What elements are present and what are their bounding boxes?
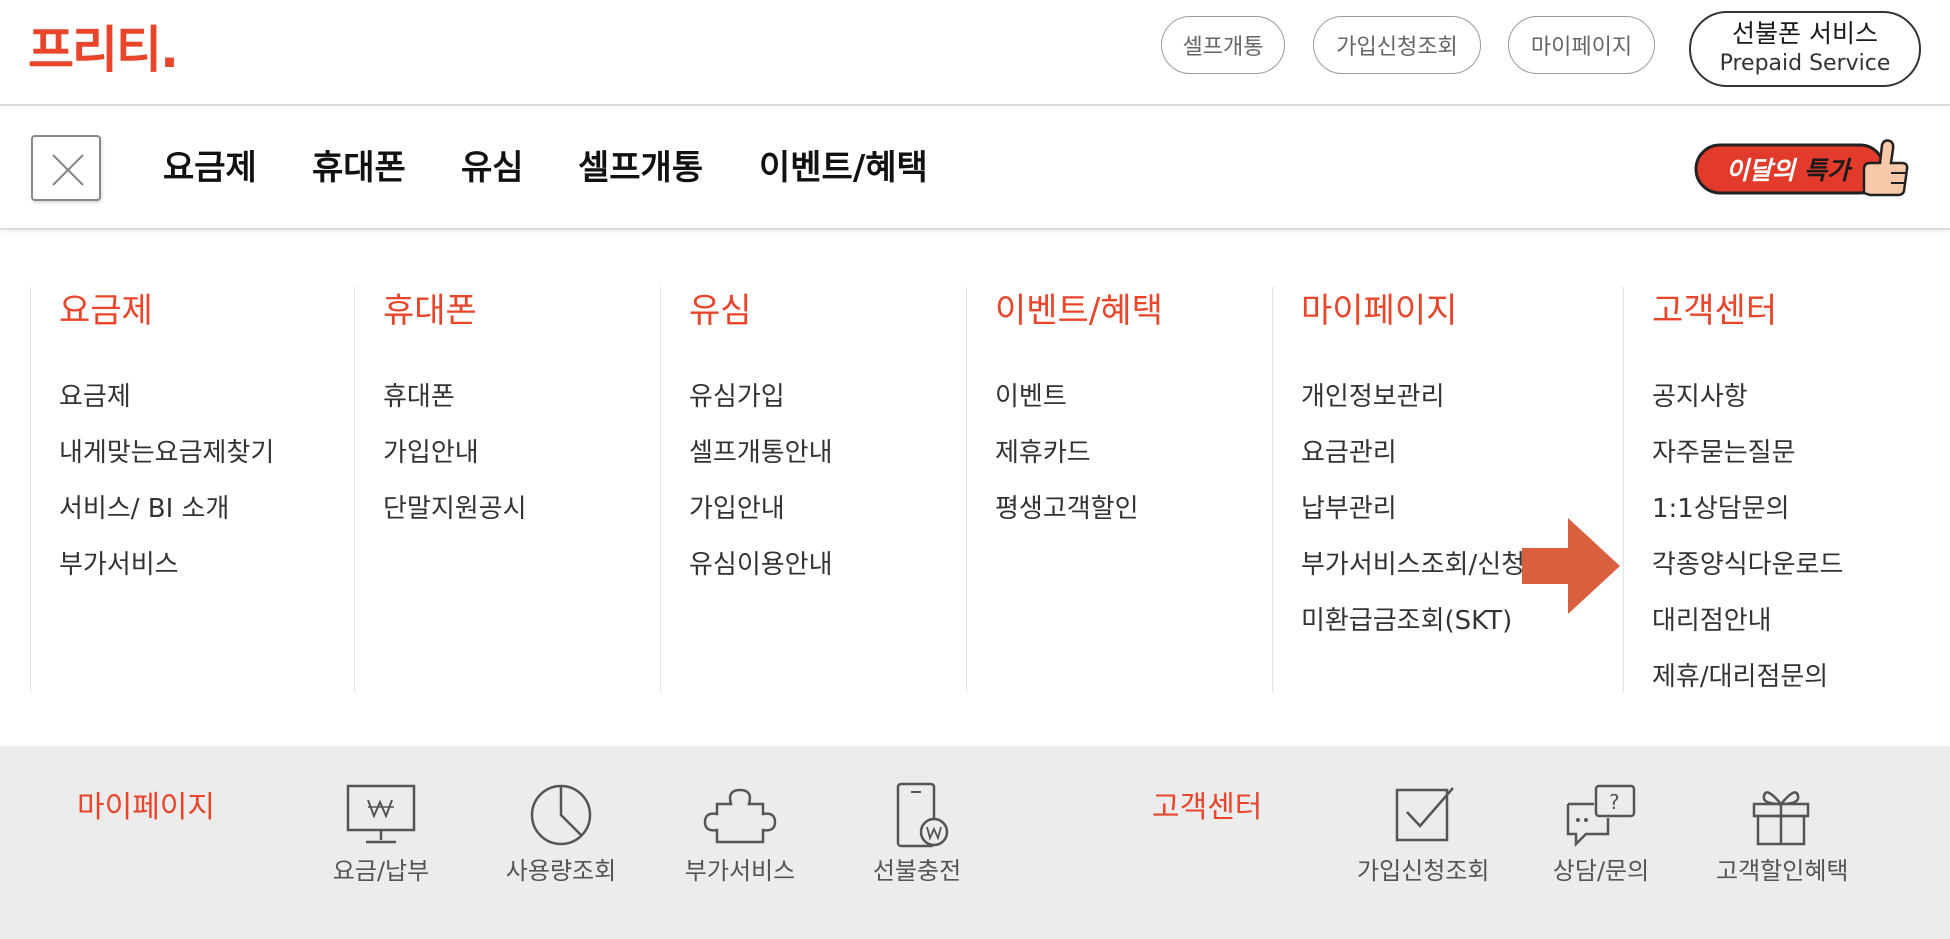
pie-chart-icon [530,784,592,846]
top-link-self-activation[interactable]: 셀프개통 [1161,16,1285,74]
menu-link[interactable]: 각종양식다운로드 [1652,549,1843,605]
close-menu-button[interactable] [31,135,101,201]
menu-link[interactable]: 부가서비스 [59,549,274,605]
nav-item-events[interactable]: 이벤트/혜택 [759,148,928,188]
brand-logo[interactable]: 프리티. [28,24,179,76]
menu-link[interactable]: 단말지원공시 [383,493,527,549]
top-link-application-status[interactable]: 가입신청조회 [1313,16,1481,74]
menu-link[interactable]: 내게맞는요금제찾기 [59,437,274,493]
menu-link[interactable]: 이벤트 [995,381,1139,437]
arrow-right-icon [1522,518,1620,614]
quick-link-label: 선불충전 [872,857,962,885]
menu-link[interactable]: 요금관리 [1301,437,1525,493]
menu-link[interactable]: 서비스/ BI 소개 [59,493,274,549]
menu-column-mypage: 마이페이지 개인정보관리 요금관리 납부관리 부가서비스조회/신청 미환급금조회… [1272,287,1624,692]
quick-link-label: 가입신청조회 [1357,857,1490,885]
menu-link[interactable]: 가입안내 [383,437,527,493]
phone-won-icon [896,782,949,848]
menu-column-plans: 요금제 요금제 내게맞는요금제찾기 서비스/ BI 소개 부가서비스 [30,287,355,692]
menu-link[interactable]: 미환급금조회(SKT) [1301,605,1525,661]
top-link-mypage[interactable]: 마이페이지 [1508,16,1655,74]
menu-link[interactable]: 가입안내 [689,493,833,549]
menu-column-events: 이벤트/혜택 이벤트 제휴카드 평생고객할인 [966,287,1273,692]
puzzle-icon [703,788,777,844]
quick-link-label: 사용량조회 [505,857,617,885]
menu-column-support: 고객센터 공지사항 자주묻는질문 1:1상담문의 각종양식다운로드 대리점안내 … [1623,287,1943,692]
close-icon [52,154,84,186]
quick-link-usage[interactable]: 사용량조회 [496,782,626,886]
quick-link-billing[interactable]: 요금/납부 [316,782,446,886]
menu-column-title[interactable]: 요금제 [59,291,153,331]
top-bar: 프리티. 셀프개통 가입신청조회 마이페이지 선불폰 서비스 Prepaid S… [0,0,1950,106]
nav-item-usim[interactable]: 유심 [461,148,524,188]
quick-link-discount-benefits[interactable]: 고객할인혜택 [1716,782,1849,886]
quick-link-label: 부가서비스 [684,857,796,885]
menu-link[interactable]: 납부관리 [1301,493,1525,549]
menu-column-title[interactable]: 이벤트/혜택 [995,291,1163,331]
chat-question-icon: ? [1566,784,1636,848]
menu-link[interactable]: 개인정보관리 [1301,381,1525,437]
prepaid-service-button[interactable]: 선불폰 서비스 Prepaid Service [1689,11,1921,87]
quick-link-label: 상담/문의 [1552,857,1650,885]
quick-link-addon[interactable]: 부가서비스 [675,782,805,886]
quick-link-label: 요금/납부 [332,857,430,885]
menu-link[interactable]: 셀프개통안내 [689,437,833,493]
monthly-deal-banner[interactable]: 이달의 특가 [1694,135,1914,201]
nav-item-phones[interactable]: 휴대폰 [312,148,406,188]
gift-icon [1752,791,1810,846]
menu-link[interactable]: 1:1상담문의 [1652,493,1843,549]
menu-link[interactable]: 제휴카드 [995,437,1139,493]
menu-column-usim: 유심 유심가입 셀프개통안내 가입안내 유심이용안내 [660,287,967,692]
menu-link[interactable]: 휴대폰 [383,381,527,437]
promo-text-month: 이달의 [1726,156,1798,185]
menu-column-phones: 휴대폰 휴대폰 가입안내 단말지원공시 [354,287,661,692]
nav-item-plans[interactable]: 요금제 [163,148,257,188]
menu-link[interactable]: 유심가입 [689,381,833,437]
quick-link-consultation[interactable]: ? 상담/문의 [1536,782,1666,886]
quick-section-title-mypage[interactable]: 마이페이지 [77,790,215,826]
menu-column-title[interactable]: 고객센터 [1652,291,1777,331]
svg-text:?: ? [1609,790,1620,814]
monitor-won-icon [346,784,416,844]
promo-text-deal: 특가 [1804,156,1853,185]
menu-link[interactable]: 제휴/대리점문의 [1652,661,1843,717]
quick-section-title-support[interactable]: 고객센터 [1152,790,1262,826]
menu-link[interactable]: 대리점안내 [1652,605,1843,661]
menu-column-title[interactable]: 휴대폰 [383,291,477,331]
quick-link-prepaid-charge[interactable]: 선불충전 [852,782,982,886]
menu-column-title[interactable]: 마이페이지 [1301,291,1457,331]
menu-link[interactable]: 유심이용안내 [689,549,833,605]
menu-link[interactable]: 자주묻는질문 [1652,437,1843,493]
menu-link[interactable]: 평생고객할인 [995,493,1139,549]
main-nav: 요금제 휴대폰 유심 셀프개통 이벤트/혜택 이달의 특가 [0,108,1950,230]
checkbox-icon [1395,787,1454,842]
quick-link-application-status[interactable]: 가입신청조회 [1357,782,1490,886]
menu-link[interactable]: 요금제 [59,381,274,437]
nav-item-self-activation[interactable]: 셀프개통 [578,148,703,188]
menu-link[interactable]: 부가서비스조회/신청 [1301,549,1525,605]
menu-link[interactable]: 공지사항 [1652,381,1843,437]
menu-column-title[interactable]: 유심 [689,291,752,331]
quick-links-bar: 마이페이지 요금/납부 사용량조회 부가서비스 선불충전 고객센터 가입신청조회… [0,746,1950,939]
quick-link-label: 고객할인혜택 [1716,857,1849,885]
